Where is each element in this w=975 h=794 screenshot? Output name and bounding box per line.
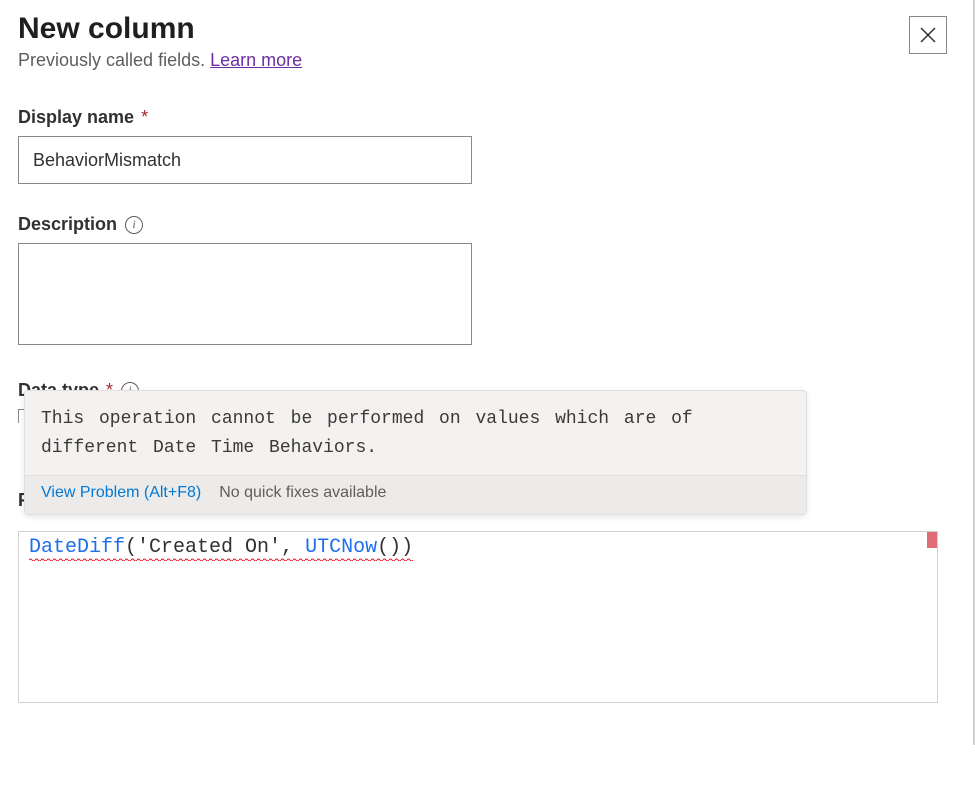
token-utcnow: UTCNow bbox=[305, 536, 377, 559]
token-open1: ( bbox=[125, 536, 137, 559]
close-icon bbox=[919, 26, 937, 44]
display-name-label-text: Display name bbox=[18, 107, 134, 127]
tooltip-message: This operation cannot be performed on va… bbox=[25, 391, 806, 475]
token-string: 'Created On' bbox=[137, 536, 281, 559]
description-label-text: Description bbox=[18, 214, 117, 235]
info-icon[interactable]: i bbox=[125, 216, 143, 234]
token-open2: ( bbox=[377, 536, 389, 559]
page-subtitle: Previously called fields. Learn more bbox=[18, 50, 302, 71]
error-squiggle bbox=[29, 558, 413, 561]
tooltip-footer: View Problem (Alt+F8) No quick fixes ava… bbox=[25, 475, 806, 514]
subtitle-text: Previously called fields. bbox=[18, 50, 210, 70]
display-name-input[interactable] bbox=[18, 136, 472, 184]
learn-more-link[interactable]: Learn more bbox=[210, 50, 302, 70]
description-field-group: Description i bbox=[18, 214, 957, 350]
formula-editor[interactable]: DateDiff('Created On', UTCNow()) bbox=[18, 531, 938, 703]
token-close1: ) bbox=[401, 536, 413, 559]
description-label: Description i bbox=[18, 214, 957, 235]
page-title: New column bbox=[18, 12, 302, 46]
display-name-field-group: Display name * bbox=[18, 107, 957, 184]
close-button[interactable] bbox=[909, 16, 947, 54]
formula-line: DateDiff('Created On', UTCNow()) bbox=[29, 536, 413, 559]
token-datediff: DateDiff bbox=[29, 536, 125, 559]
minimap-error-marker bbox=[927, 532, 937, 548]
no-quick-fixes-text: No quick fixes available bbox=[219, 484, 386, 502]
token-close2: ) bbox=[389, 536, 401, 559]
error-tooltip: This operation cannot be performed on va… bbox=[24, 390, 807, 515]
display-name-label: Display name * bbox=[18, 107, 957, 128]
panel-header: New column Previously called fields. Lea… bbox=[18, 12, 957, 107]
view-problem-link[interactable]: View Problem (Alt+F8) bbox=[41, 484, 201, 502]
required-asterisk: * bbox=[136, 107, 148, 127]
data-type-field-group: Data type * i F This operation cannot be… bbox=[18, 380, 957, 703]
token-comma: , bbox=[281, 536, 305, 559]
description-input[interactable] bbox=[18, 243, 472, 345]
